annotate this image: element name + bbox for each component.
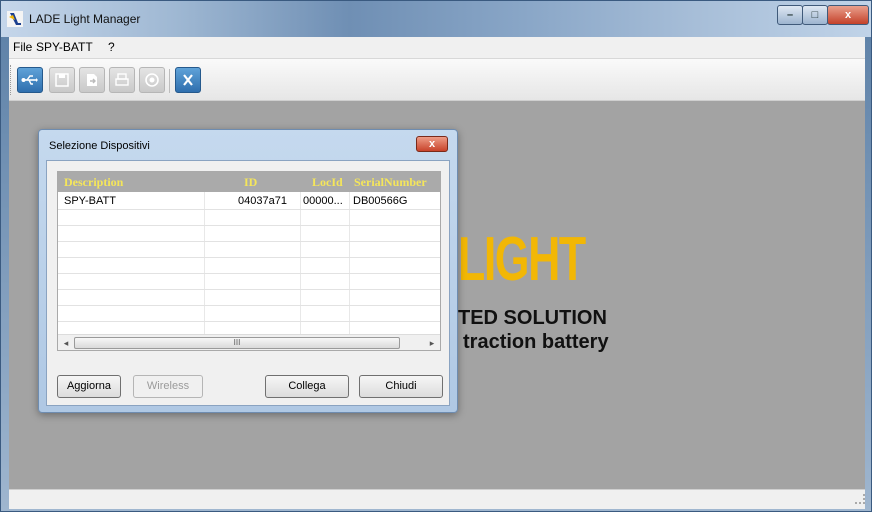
- title-bar: LADE Light Manager – □ x: [1, 1, 871, 37]
- dialog-close-button[interactable]: x: [416, 136, 448, 152]
- save-button[interactable]: [49, 67, 75, 93]
- print-button[interactable]: [109, 67, 135, 93]
- usb-connect-button[interactable]: [17, 67, 43, 93]
- cell-serial: DB00566G: [353, 195, 408, 207]
- table-row[interactable]: SPY-BATT 04037a71 00000... DB00566G: [58, 194, 440, 210]
- cell-description: SPY-BATT: [64, 195, 116, 207]
- brand-tagline-1: TED SOLUTION: [458, 307, 607, 329]
- dialog-title: Selezione Dispositivi: [49, 140, 150, 152]
- resize-grip[interactable]: [855, 494, 865, 504]
- horizontal-scrollbar[interactable]: ◂ III ▸: [58, 334, 440, 350]
- app-window: LADE Light Manager – □ x File SPY-BATT ?: [0, 0, 872, 512]
- export-button[interactable]: [79, 67, 105, 93]
- cell-locid: 00000...: [303, 195, 343, 207]
- app-logo-icon: [7, 11, 23, 27]
- column-header-serialnumber[interactable]: SerialNumber: [354, 175, 427, 190]
- connect-button[interactable]: Collega: [265, 375, 349, 398]
- table-row-empty: [58, 210, 440, 226]
- table-row-empty: [58, 274, 440, 290]
- close-window-button[interactable]: x: [827, 5, 869, 25]
- maximize-button[interactable]: □: [802, 5, 828, 25]
- cancel-button[interactable]: [175, 67, 201, 93]
- column-header-description[interactable]: Description: [64, 175, 123, 190]
- refresh-button[interactable]: Aggiorna: [57, 375, 121, 398]
- scrollbar-thumb[interactable]: III: [74, 337, 400, 349]
- menu-bar: File SPY-BATT ?: [9, 37, 865, 59]
- record-icon: [145, 73, 159, 87]
- list-header: Description ID LocId SerialNumber: [58, 172, 440, 192]
- record-button[interactable]: [139, 67, 165, 93]
- table-row-empty: [58, 258, 440, 274]
- dialog-body: Description ID LocId SerialNumber SPY-BA…: [46, 160, 450, 406]
- column-header-id[interactable]: ID: [244, 175, 257, 190]
- print-icon: [115, 73, 129, 86]
- menu-help[interactable]: ?: [108, 40, 115, 54]
- device-list[interactable]: Description ID LocId SerialNumber SPY-BA…: [57, 171, 441, 351]
- toolbar-separator: [169, 69, 170, 93]
- table-row-empty: [58, 226, 440, 242]
- menu-spy-batt[interactable]: SPY-BATT: [36, 40, 93, 54]
- export-icon: [87, 74, 97, 86]
- window-title: LADE Light Manager: [29, 12, 141, 26]
- cancel-icon: [183, 74, 193, 86]
- brand-logo-word: LIGHT: [458, 225, 586, 294]
- cell-id: 04037a71: [238, 195, 287, 207]
- menu-file[interactable]: File: [13, 40, 32, 54]
- toolbar: [9, 59, 865, 101]
- scroll-right-icon[interactable]: ▸: [425, 336, 439, 350]
- table-row-empty: [58, 242, 440, 258]
- minimize-button[interactable]: –: [777, 5, 803, 25]
- scroll-left-icon[interactable]: ◂: [59, 336, 73, 350]
- usb-connect-icon: [21, 75, 38, 85]
- brand-tagline-2: traction battery: [463, 331, 609, 353]
- table-row-empty: [58, 290, 440, 306]
- device-selection-dialog: Selezione Dispositivi x Description ID L…: [38, 129, 458, 413]
- save-icon: [55, 73, 69, 87]
- status-bar: [9, 489, 865, 509]
- column-header-locid[interactable]: LocId: [312, 175, 343, 190]
- table-row-empty: [58, 306, 440, 322]
- close-dialog-button[interactable]: Chiudi: [359, 375, 443, 398]
- toolbar-grip[interactable]: [10, 65, 13, 95]
- wireless-button[interactable]: Wireless: [133, 375, 203, 398]
